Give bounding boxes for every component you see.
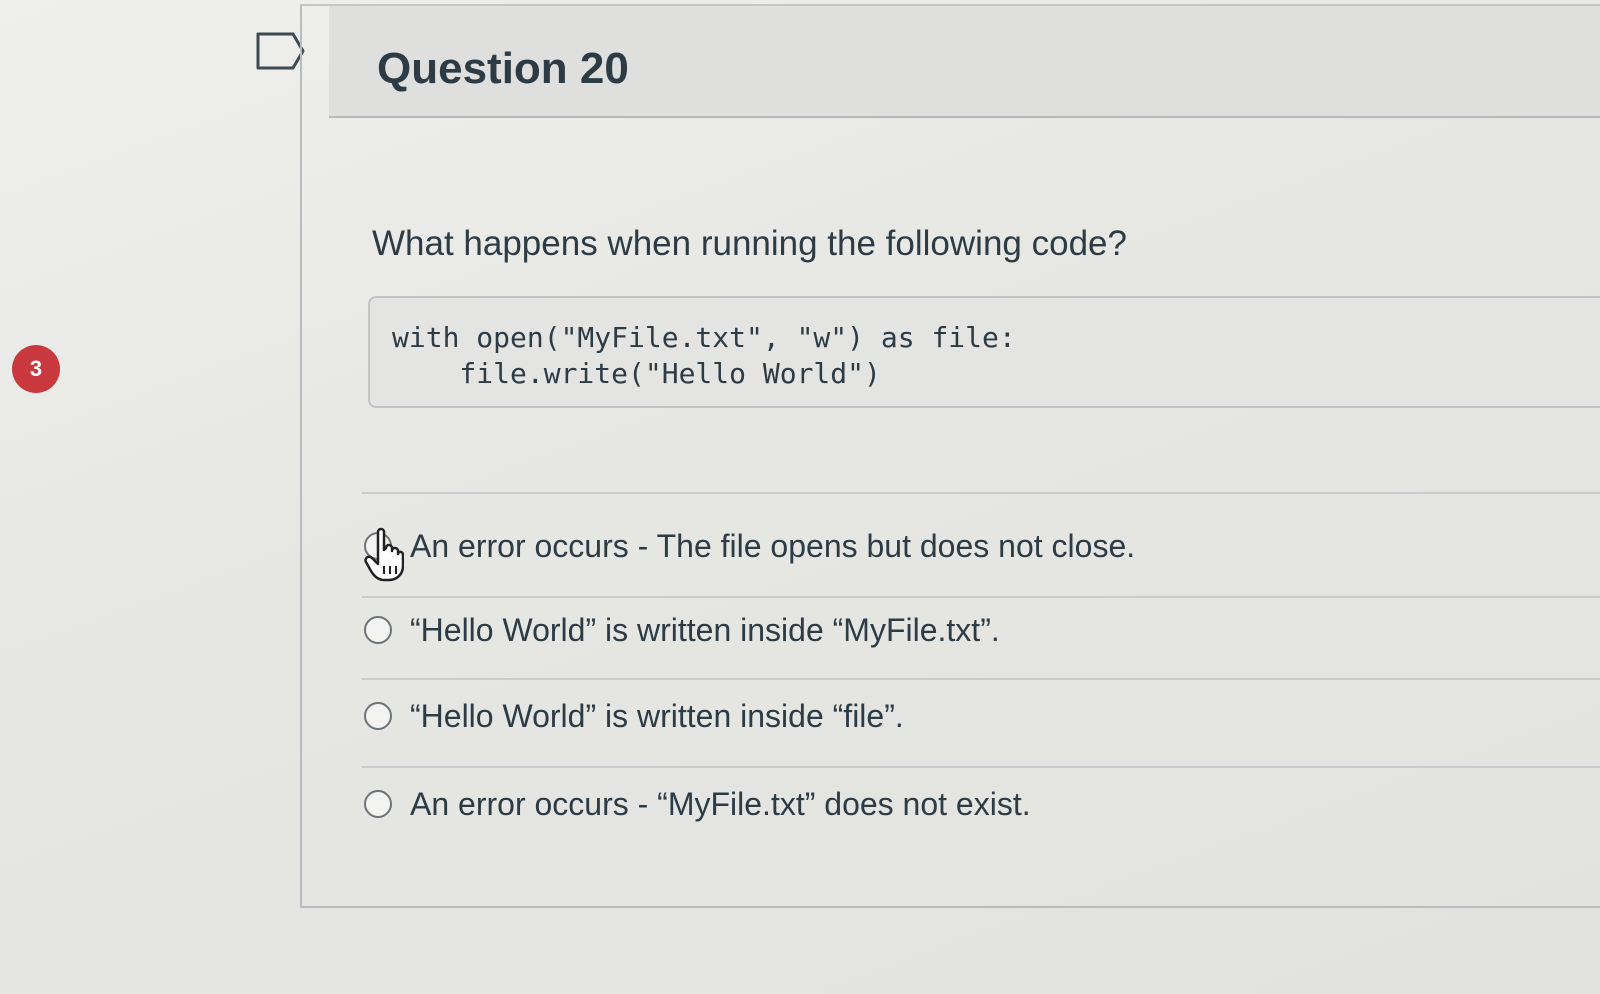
answer-label: “Hello World” is written inside “file”.: [410, 697, 904, 734]
code-line: with open("MyFile.txt", "w") as file:: [392, 321, 1016, 354]
answer-label: “Hello World” is written inside “MyFile.…: [410, 611, 1000, 648]
notification-badge[interactable]: 3: [12, 345, 60, 393]
answer-divider: [362, 766, 1600, 768]
answer-divider: [362, 678, 1600, 680]
answer-option-4[interactable]: An error occurs - “MyFile.txt” does not …: [364, 774, 1031, 834]
answers-top-divider: [362, 492, 1600, 494]
answer-label: An error occurs - The file opens but doe…: [410, 527, 1136, 564]
question-title: Question 20: [377, 44, 629, 93]
radio-button[interactable]: [364, 616, 392, 644]
answer-option-3[interactable]: “Hello World” is written inside “file”.: [364, 686, 904, 746]
answer-label: An error occurs - “MyFile.txt” does not …: [410, 785, 1031, 822]
quiz-page: 3 Question 20 What happens when running …: [0, 0, 1600, 994]
hand-pointer-icon: [364, 527, 404, 582]
answer-divider: [362, 596, 1600, 598]
question-prompt: What happens when running the following …: [372, 224, 1127, 263]
answer-option-1[interactable]: An error occurs - The file opens but doe…: [364, 516, 1135, 576]
radio-button[interactable]: [364, 790, 392, 818]
question-card: Question 20 What happens when running th…: [300, 4, 1600, 908]
code-line: file.write("Hello World"): [392, 357, 881, 390]
question-header: Question 20: [329, 6, 1600, 118]
radio-button[interactable]: [364, 702, 392, 730]
answer-option-2[interactable]: “Hello World” is written inside “MyFile.…: [364, 600, 1000, 660]
code-block: with open("MyFile.txt", "w") as file: fi…: [368, 296, 1600, 408]
